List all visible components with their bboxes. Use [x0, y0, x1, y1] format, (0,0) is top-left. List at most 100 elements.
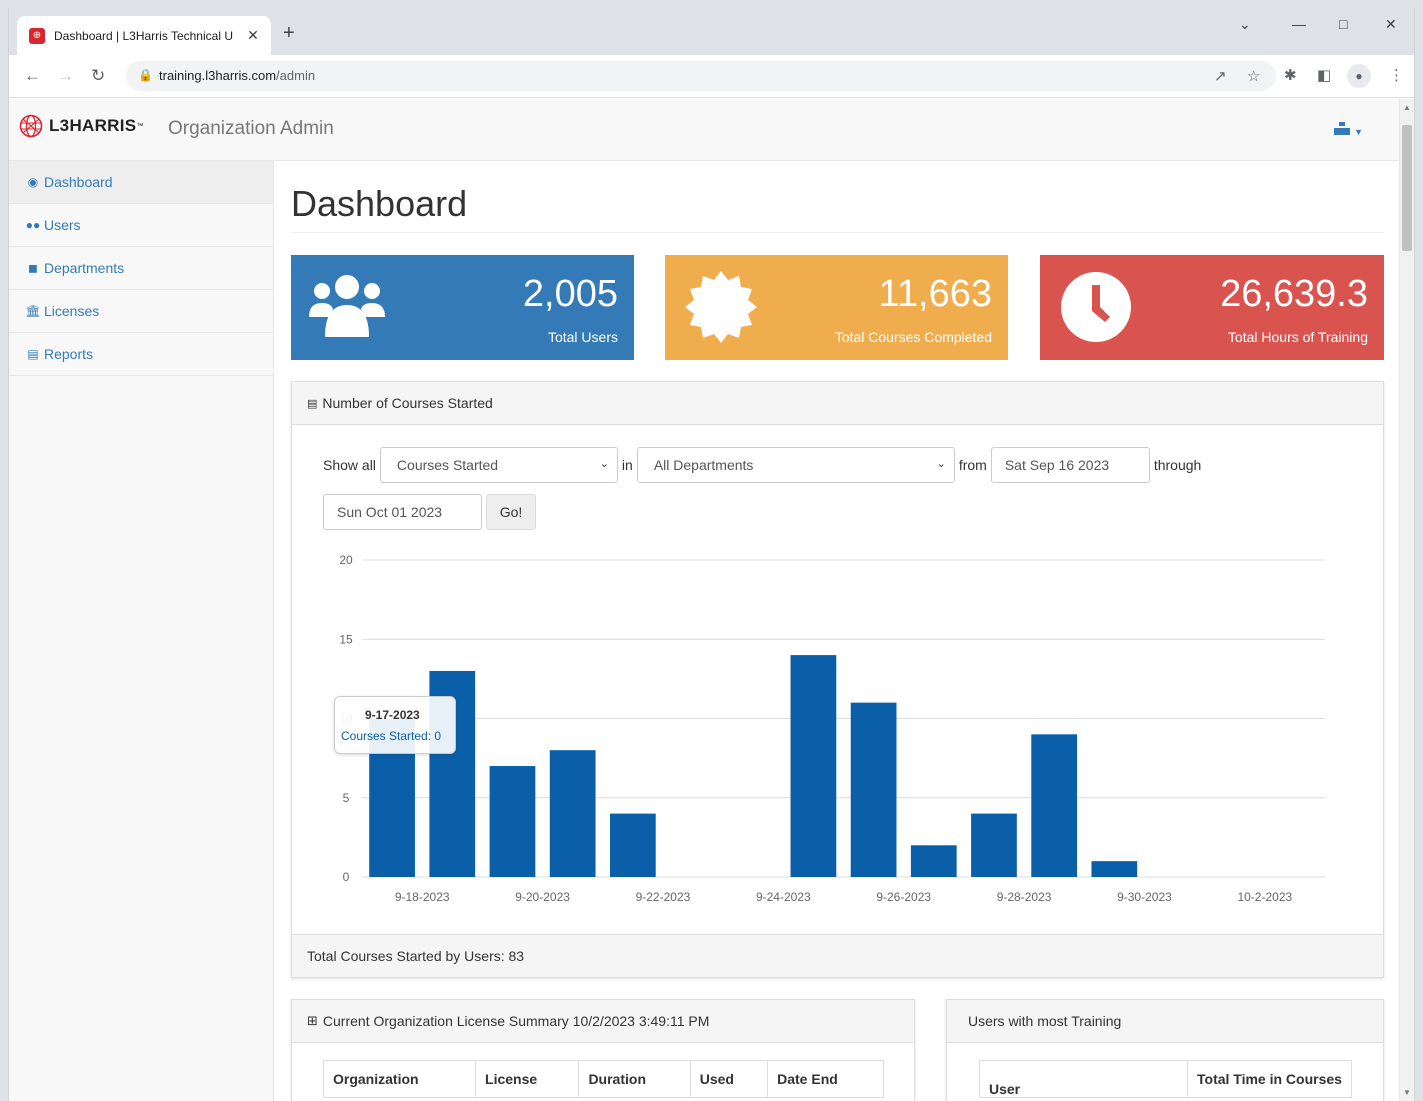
from-label: from — [958, 457, 987, 473]
from-date-value: Sat Sep 16 2023 — [1004, 457, 1110, 473]
extensions-puzzle-icon[interactable]: ✱ — [1284, 66, 1297, 84]
license-table: Organization License Duration Used Date … — [322, 1060, 884, 1098]
page-title: Dashboard — [291, 183, 468, 224]
bar-9-21-2023[interactable] — [609, 813, 656, 877]
address-bar[interactable]: 🔒 training.l3harris.com/admin ↗ ☆ — [126, 61, 1276, 91]
column-header[interactable]: Used — [689, 1060, 769, 1098]
stat-value: 26,639.3 — [1220, 273, 1368, 315]
through-date-value: Sun Oct 01 2023 — [337, 504, 443, 520]
tab-search-chevron-icon[interactable]: ⌄ — [1239, 16, 1251, 33]
l3harris-globe-icon — [19, 114, 43, 138]
column-header[interactable]: Organization — [322, 1060, 477, 1098]
x-tick-label: 9-20-2023 — [515, 890, 570, 904]
chevron-down-icon: ⌄ — [599, 458, 609, 470]
y-tick-label: 5 — [343, 791, 350, 805]
browser-toolbar: ← → ↻ 🔒 training.l3harris.com/admin ↗ ☆ … — [9, 55, 1414, 98]
y-tick-label: 20 — [339, 553, 353, 567]
total-courses-started: Total Courses Started by Users: 83 — [307, 948, 525, 964]
stat-card-hours-training: 26,639.3 Total Hours of Training — [1040, 255, 1384, 360]
chart-tooltip: 9-17-2023 Courses Started: 0 — [334, 696, 456, 754]
title-divider — [291, 232, 1384, 233]
sidebar-item-users[interactable]: ●● Users — [9, 204, 273, 247]
from-date-input[interactable]: Sat Sep 16 2023 — [990, 447, 1150, 483]
browser-window: ⊕ Dashboard | L3Harris Technical U ✕ + ⌄… — [8, 8, 1415, 1101]
tab-title: Dashboard | L3Harris Technical U — [54, 28, 233, 43]
url-text: training.l3harris.com/admin — [159, 68, 316, 83]
column-header[interactable]: License — [475, 1060, 580, 1098]
navbar-subtitle[interactable]: Organization Admin — [168, 118, 334, 140]
bar-9-25-2023[interactable] — [850, 702, 897, 877]
stat-card-courses-completed: 11,663 Total Courses Completed — [665, 255, 1008, 360]
close-window-icon[interactable]: ✕ — [1385, 16, 1397, 33]
l3harris-favicon-icon: ⊕ — [29, 27, 45, 44]
bar-9-24-2023[interactable] — [790, 655, 837, 877]
panel-title: Current Organization License Summary 10/… — [322, 1013, 710, 1029]
share-icon[interactable]: ↗ — [1214, 67, 1227, 85]
sidebar-item-departments[interactable]: ◼ Departments — [9, 247, 273, 290]
department-select[interactable]: All Departments ⌄ — [636, 447, 955, 483]
minimize-icon[interactable]: — — [1292, 16, 1306, 32]
users-icon: ●● — [25, 218, 41, 232]
bar-9-20-2023[interactable] — [549, 750, 596, 877]
chevron-down-icon: ⌄ — [936, 458, 946, 470]
page-scrollbar[interactable]: ▲ ▼ — [1399, 99, 1414, 1101]
stat-value: 11,663 — [878, 273, 992, 315]
stat-label: Total Users — [547, 329, 618, 345]
sidebar-item-dashboard[interactable]: ◉ Dashboard — [9, 161, 273, 204]
org-admin-dropdown[interactable]: ▼ — [1334, 122, 1363, 138]
bar-9-29-2023[interactable] — [1091, 861, 1138, 877]
close-tab-icon[interactable]: ✕ — [245, 27, 261, 44]
side-panel-icon[interactable]: ◧ — [1317, 66, 1331, 84]
sidebar-item-licenses[interactable]: 🏛 Licenses — [9, 290, 273, 333]
users-icon — [309, 275, 385, 337]
panel-heading: Users with most Training — [947, 1000, 1383, 1043]
bookmark-star-icon[interactable]: ☆ — [1247, 67, 1260, 85]
column-header[interactable]: Total Time in Courses — [1187, 1060, 1352, 1098]
bar-9-19-2023[interactable] — [489, 766, 536, 877]
bar-9-28-2023[interactable] — [1031, 734, 1078, 877]
through-date-input[interactable]: Sun Oct 01 2023 — [323, 494, 482, 530]
column-header[interactable]: Date End — [767, 1060, 884, 1098]
browser-tab[interactable]: ⊕ Dashboard | L3Harris Technical U ✕ — [17, 16, 271, 55]
filter-row: Show all Courses Started ⌄ in All Depart… — [323, 447, 1201, 483]
table-header-row: User Total Time in Courses — [979, 1060, 1352, 1098]
maximize-icon[interactable]: □ — [1339, 16, 1347, 32]
users-most-training-panel: Users with most Training User Total Time… — [946, 999, 1384, 1101]
new-tab-button[interactable]: + — [283, 22, 295, 44]
more-menu-icon[interactable]: ⋮ — [1389, 66, 1404, 84]
column-header[interactable]: Duration — [578, 1060, 691, 1098]
top-navbar: L3HARRIS ™ Organization Admin ▼ — [9, 99, 1401, 161]
metric-select[interactable]: Courses Started ⌄ — [379, 447, 618, 483]
logo-text: L3HARRIS — [49, 116, 137, 135]
courses-started-chart: 051015209-18-20239-20-20239-22-20239-24-… — [339, 553, 1325, 904]
l3harris-logo[interactable]: L3HARRIS ™ — [19, 114, 143, 138]
scrollbar-thumb[interactable] — [1402, 125, 1412, 251]
certificate-icon — [685, 271, 757, 343]
scroll-up-arrow-icon[interactable]: ▲ — [1403, 103, 1411, 112]
y-tick-label: 15 — [339, 632, 353, 646]
go-button[interactable]: Go! — [486, 494, 536, 530]
bar-chart-icon: ▤ — [27, 347, 39, 361]
university-icon: 🏛 — [25, 304, 41, 318]
back-arrow-icon[interactable]: ← — [24, 66, 41, 86]
metric-select-value: Courses Started — [396, 457, 499, 473]
sitemap-icon: ◼ — [28, 261, 38, 275]
bar-9-26-2023[interactable] — [910, 845, 957, 877]
stat-value: 2,005 — [522, 273, 618, 315]
sidebar-item-reports[interactable]: ▤ Reports — [9, 333, 273, 376]
column-header[interactable]: User — [979, 1060, 1188, 1098]
forward-arrow-icon[interactable]: → — [57, 66, 74, 86]
reload-icon[interactable]: ↻ — [91, 66, 105, 86]
bar-9-27-2023[interactable] — [971, 813, 1017, 877]
scroll-down-arrow-icon[interactable]: ▼ — [1403, 1088, 1411, 1097]
panel-title: Number of Courses Started — [322, 395, 493, 411]
clock-icon — [1061, 272, 1131, 342]
tooltip-date: 9-17-2023 — [365, 708, 420, 722]
panel-footer: Total Courses Started by Users: 83 — [292, 934, 1383, 977]
profile-avatar-icon[interactable]: ● — [1347, 64, 1371, 88]
department-select-value: All Departments — [653, 457, 754, 473]
panel-heading: ⊞ Current Organization License Summary 1… — [292, 1000, 914, 1043]
x-tick-label: 9-26-2023 — [876, 890, 931, 904]
x-tick-label: 9-24-2023 — [756, 890, 811, 904]
lock-icon: 🔒 — [138, 68, 153, 82]
